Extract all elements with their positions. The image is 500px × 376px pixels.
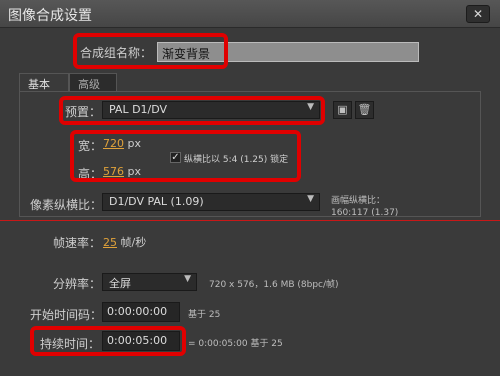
start-timecode-input[interactable]: 0:00:00:00	[102, 302, 180, 322]
frame-rate-field[interactable]: 25 帧/秒	[103, 234, 146, 250]
tab-advanced[interactable]: 高级	[69, 73, 117, 92]
pixel-aspect-value: D1/DV PAL (1.09)	[109, 195, 204, 208]
title-bar: 图像合成设置 ▣ ✕	[0, 0, 500, 28]
window-title: 图像合成设置	[8, 8, 92, 24]
resolution-select[interactable]: 全屏 ▼	[102, 273, 197, 291]
start-timecode-info: 基于 25	[188, 310, 221, 320]
pixel-aspect-select[interactable]: D1/DV PAL (1.09) ▼	[102, 193, 320, 211]
close-button[interactable]: ▣ ✕	[466, 5, 490, 23]
frame-rate-label: 帧速率：	[53, 236, 102, 250]
close-glyph: ✕	[472, 7, 484, 21]
save-preset-button[interactable]: ▣	[333, 101, 352, 119]
highlight-duration	[30, 326, 186, 356]
red-divider-line	[0, 220, 500, 221]
chevron-down-icon: ▼	[184, 274, 191, 284]
resolution-label: 分辨率：	[53, 277, 102, 291]
chevron-down-icon: ▼	[307, 194, 314, 204]
frame-rate-unit: 帧/秒	[120, 236, 147, 249]
frame-aspect-value: 160:117 (1.37)	[331, 208, 399, 218]
highlight-comp-name	[73, 33, 228, 69]
trash-icon: 🗑	[357, 103, 372, 116]
duration-info: = 0:00:05:00 基于 25	[188, 339, 283, 349]
copy-icon: ▣	[337, 103, 348, 116]
start-timecode-label: 开始时间码：	[30, 308, 103, 322]
tab-basic[interactable]: 基本	[19, 73, 69, 92]
resolution-info: 720 x 576，1.6 MB (8bpc/帧)	[209, 280, 339, 290]
highlight-size	[70, 130, 301, 182]
highlight-preset	[59, 96, 325, 125]
delete-preset-button[interactable]: 🗑	[355, 101, 374, 119]
frame-rate-value[interactable]: 25	[103, 236, 117, 249]
pixel-aspect-label: 像素纵横比：	[30, 198, 103, 212]
resolution-value: 全屏	[109, 277, 131, 290]
frame-aspect-label: 画幅纵横比：	[331, 196, 386, 206]
